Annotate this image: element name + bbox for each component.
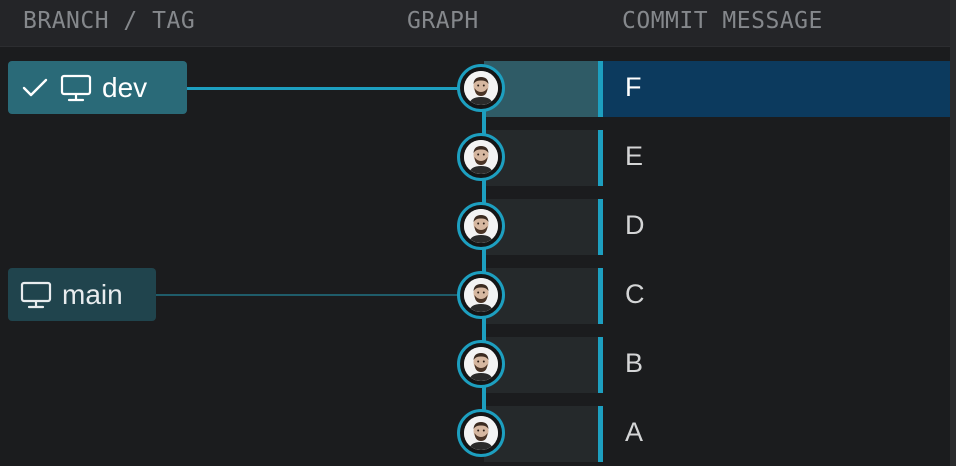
graph-column-header[interactable]: GRAPH xyxy=(407,8,479,34)
commit-message-cell: A xyxy=(603,406,950,462)
commit-message-cell: E xyxy=(603,130,950,186)
commit-node[interactable] xyxy=(457,271,505,319)
branch-label-main[interactable]: main xyxy=(8,268,156,321)
commit-message-column-header[interactable]: COMMIT MESSAGE xyxy=(622,8,823,34)
computer-icon xyxy=(60,74,92,102)
dev-branch-connector xyxy=(186,87,458,90)
commit-node[interactable] xyxy=(457,409,505,457)
column-header-bar: BRANCH / TAG GRAPH COMMIT MESSAGE xyxy=(0,0,950,47)
commit-node[interactable] xyxy=(457,64,505,112)
commit-message: D xyxy=(625,210,645,240)
main-branch-connector xyxy=(155,294,458,296)
panel-edge xyxy=(950,0,956,466)
avatar xyxy=(464,140,498,174)
checkmark-icon xyxy=(22,77,48,99)
commit-message: C xyxy=(625,279,645,309)
commit-node[interactable] xyxy=(457,340,505,388)
computer-icon xyxy=(20,281,52,309)
branch-label-dev[interactable]: dev xyxy=(8,61,187,114)
commit-message: E xyxy=(625,141,644,171)
commit-message: F xyxy=(625,72,642,102)
avatar xyxy=(464,71,498,105)
branch-name: dev xyxy=(102,71,148,103)
commit-message-cell: C xyxy=(603,268,950,324)
branch-name: main xyxy=(62,278,123,310)
avatar xyxy=(464,347,498,381)
avatar xyxy=(464,416,498,450)
commit-node[interactable] xyxy=(457,133,505,181)
commit-message: A xyxy=(625,417,644,447)
commit-message-cell: D xyxy=(603,199,950,255)
branch-tag-column-header[interactable]: BRANCH / TAG xyxy=(23,8,195,34)
commit-graph-panel: BRANCH / TAG GRAPH COMMIT MESSAGE F E D … xyxy=(0,0,956,466)
commit-message-cell: B xyxy=(603,337,950,393)
commit-message: B xyxy=(625,348,644,378)
avatar xyxy=(464,209,498,243)
commit-message-cell: F xyxy=(603,61,950,117)
avatar xyxy=(464,278,498,312)
commit-node[interactable] xyxy=(457,202,505,250)
